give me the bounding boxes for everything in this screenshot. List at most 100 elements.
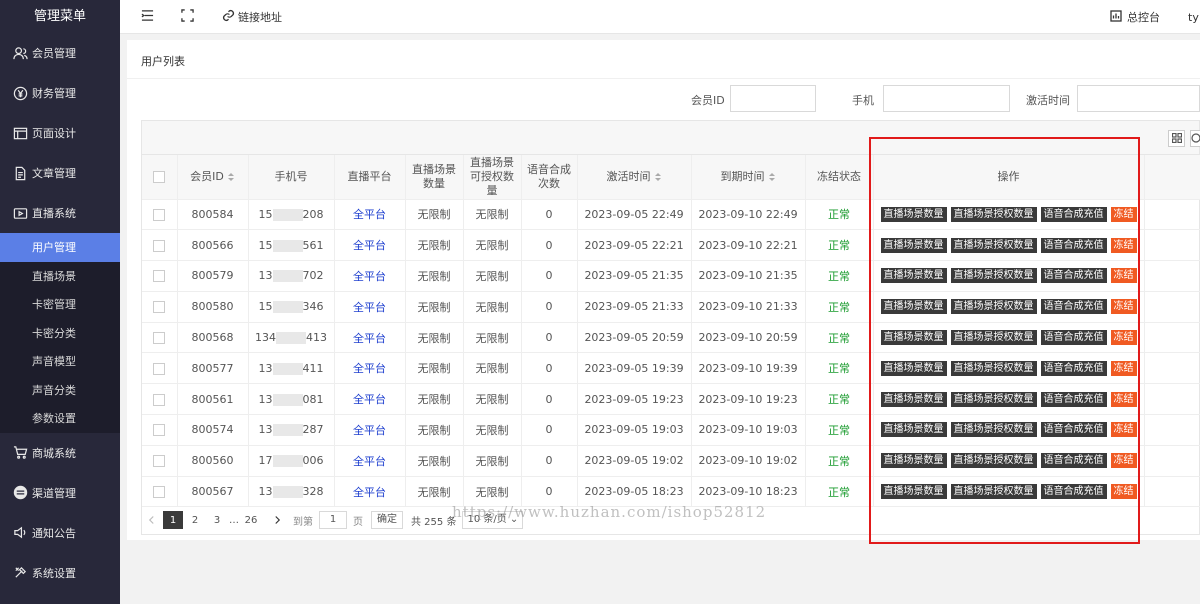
page-button[interactable]: 1	[163, 511, 183, 529]
header-activate-time[interactable]: 激活时间	[577, 155, 692, 200]
row-checkbox[interactable]	[153, 424, 166, 437]
freeze-button[interactable]: 冻结	[1110, 206, 1137, 222]
freeze-button[interactable]: 冻结	[1110, 299, 1137, 315]
tts-recharge-button[interactable]: 语音合成充值	[1040, 422, 1107, 438]
row-checkbox[interactable]	[153, 208, 166, 221]
sort-icon[interactable]	[227, 172, 235, 181]
row-select-cell[interactable]	[142, 229, 178, 262]
tts-recharge-button[interactable]: 语音合成充值	[1040, 453, 1107, 469]
freeze-button[interactable]: 冻结	[1110, 268, 1137, 284]
page-button[interactable]: 3	[207, 511, 227, 529]
tts-recharge-button[interactable]: 语音合成充值	[1040, 484, 1107, 500]
tts-recharge-button[interactable]: 语音合成充值	[1040, 391, 1107, 407]
select-all-checkbox[interactable]	[153, 170, 166, 183]
freeze-button[interactable]: 冻结	[1110, 422, 1137, 438]
sidebar-subitem-card-keys[interactable]: 卡密管理	[0, 290, 120, 319]
sidebar-item-notices[interactable]: 通知公告	[0, 513, 120, 553]
phone-input[interactable]	[883, 85, 1010, 112]
scene-count-button[interactable]: 直播场景数量	[880, 237, 947, 253]
scene-auth-button[interactable]: 直播场景授权数量	[950, 268, 1037, 284]
row-select-cell[interactable]	[142, 445, 178, 477]
sidebar-subitem-card-categories[interactable]: 卡密分类	[0, 319, 120, 348]
row-checkbox[interactable]	[153, 455, 166, 468]
fullscreen-button[interactable]	[181, 8, 194, 25]
goto-confirm-button[interactable]: 确定	[371, 511, 403, 529]
page-button[interactable]: 2	[185, 511, 205, 529]
row-select-cell[interactable]	[142, 322, 178, 354]
scene-count-button[interactable]: 直播场景数量	[880, 360, 947, 376]
scene-count-button[interactable]: 直播场景数量	[880, 299, 947, 315]
link-address-button[interactable]: 链接地址	[222, 9, 282, 25]
header-member-id[interactable]: 会员ID	[177, 155, 249, 200]
dashboard-button[interactable]: 总控台	[1110, 9, 1160, 25]
sidebar-subitem-user-management[interactable]: 用户管理	[0, 233, 120, 262]
row-checkbox[interactable]	[153, 393, 166, 406]
scene-count-button[interactable]: 直播场景数量	[880, 484, 947, 500]
row-select-cell[interactable]	[142, 414, 178, 446]
sort-icon[interactable]	[654, 172, 662, 181]
freeze-button[interactable]: 冻结	[1110, 484, 1137, 500]
sidebar-subitem-parameters[interactable]: 参数设置	[0, 404, 120, 433]
header-expire-time[interactable]: 到期时间	[691, 155, 806, 200]
scene-count-button[interactable]: 直播场景数量	[880, 206, 947, 222]
scene-auth-button[interactable]: 直播场景授权数量	[950, 206, 1037, 222]
sidebar-item-members[interactable]: 会员管理	[0, 33, 120, 73]
scene-auth-button[interactable]: 直播场景授权数量	[950, 299, 1037, 315]
freeze-button[interactable]: 冻结	[1110, 453, 1137, 469]
scene-auth-button[interactable]: 直播场景授权数量	[950, 237, 1037, 253]
row-select-cell[interactable]	[142, 199, 178, 231]
page-button[interactable]: 26	[241, 511, 261, 529]
row-checkbox[interactable]	[153, 301, 166, 314]
scene-count-button[interactable]: 直播场景数量	[880, 330, 947, 346]
sidebar-item-articles[interactable]: 文章管理	[0, 153, 120, 193]
row-checkbox[interactable]	[153, 270, 166, 283]
user-menu[interactable]: ty	[1188, 11, 1200, 24]
scene-auth-button[interactable]: 直播场景授权数量	[950, 484, 1037, 500]
row-select-cell[interactable]	[142, 291, 178, 323]
prev-page-button[interactable]	[141, 511, 161, 529]
sidebar-item-channels[interactable]: 渠道管理	[0, 473, 120, 513]
next-page-button[interactable]	[267, 511, 287, 529]
scene-auth-button[interactable]: 直播场景授权数量	[950, 422, 1037, 438]
row-select-cell[interactable]	[142, 476, 178, 508]
tts-recharge-button[interactable]: 语音合成充值	[1040, 330, 1107, 346]
member-id-input[interactable]	[730, 85, 816, 112]
scene-count-button[interactable]: 直播场景数量	[880, 391, 947, 407]
tts-recharge-button[interactable]: 语音合成充值	[1040, 268, 1107, 284]
scene-auth-button[interactable]: 直播场景授权数量	[950, 391, 1037, 407]
freeze-button[interactable]: 冻结	[1110, 360, 1137, 376]
row-select-cell[interactable]	[142, 352, 178, 385]
sort-icon[interactable]	[768, 172, 776, 181]
freeze-button[interactable]: 冻结	[1110, 237, 1137, 253]
sidebar-item-system-settings[interactable]: 系统设置	[0, 553, 120, 593]
row-select-cell[interactable]	[142, 383, 178, 416]
row-checkbox[interactable]	[153, 362, 166, 375]
tts-recharge-button[interactable]: 语音合成充值	[1040, 237, 1107, 253]
sidebar-subitem-live-scenes[interactable]: 直播场景	[0, 262, 120, 291]
sidebar-item-page-design[interactable]: 页面设计	[0, 113, 120, 153]
sidebar-item-live-system[interactable]: 直播系统	[0, 193, 120, 233]
scene-auth-button[interactable]: 直播场景授权数量	[950, 453, 1037, 469]
menu-toggle-button[interactable]	[141, 9, 154, 25]
sidebar-item-mall[interactable]: 商城系统	[0, 433, 120, 473]
row-select-cell[interactable]	[142, 260, 178, 292]
scene-count-button[interactable]: 直播场景数量	[880, 268, 947, 284]
export-button[interactable]	[1190, 130, 1200, 147]
freeze-button[interactable]: 冻结	[1110, 330, 1137, 346]
goto-page-input[interactable]: 1	[319, 511, 347, 529]
tts-recharge-button[interactable]: 语音合成充值	[1040, 206, 1107, 222]
row-checkbox[interactable]	[153, 239, 166, 252]
tts-recharge-button[interactable]: 语音合成充值	[1040, 360, 1107, 376]
freeze-button[interactable]: 冻结	[1110, 391, 1137, 407]
sidebar-subitem-voice-models[interactable]: 声音模型	[0, 347, 120, 376]
header-select-all[interactable]	[142, 155, 178, 200]
column-filter-button[interactable]	[1168, 130, 1185, 147]
sidebar-subitem-voice-categories[interactable]: 声音分类	[0, 376, 120, 405]
scene-count-button[interactable]: 直播场景数量	[880, 453, 947, 469]
scene-count-button[interactable]: 直播场景数量	[880, 422, 947, 438]
row-checkbox[interactable]	[153, 486, 166, 499]
activate-time-input[interactable]	[1077, 85, 1200, 112]
scene-auth-button[interactable]: 直播场景授权数量	[950, 360, 1037, 376]
tts-recharge-button[interactable]: 语音合成充值	[1040, 299, 1107, 315]
sidebar-item-finance[interactable]: 财务管理	[0, 73, 120, 113]
